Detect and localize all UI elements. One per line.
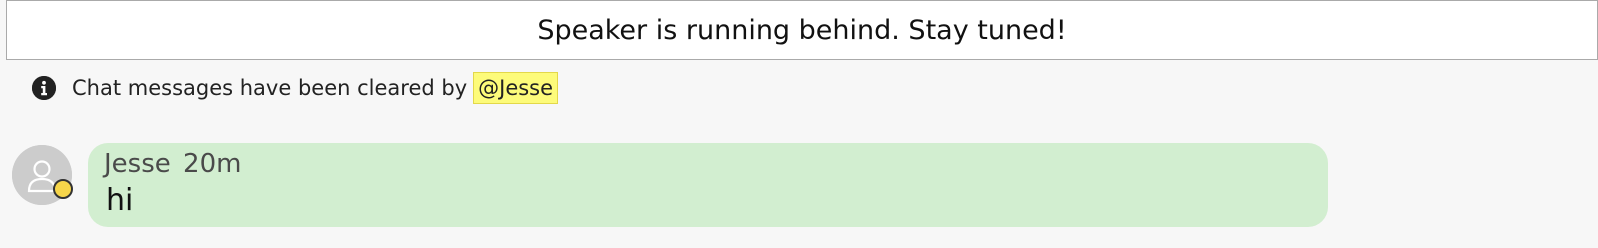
user-mention[interactable]: @Jesse: [473, 72, 559, 104]
message-author[interactable]: Jesse: [104, 149, 171, 179]
status-indicator: [53, 179, 73, 199]
message-meta: Jesse 20m: [104, 149, 1312, 179]
announcement-banner: Speaker is running behind. Stay tuned!: [6, 0, 1598, 60]
avatar[interactable]: [12, 145, 73, 205]
message-timestamp: 20m: [183, 149, 242, 179]
message-text: hi: [106, 183, 134, 218]
chat-message: Jesse 20m hi: [88, 143, 1328, 227]
announcement-text: Speaker is running behind. Stay tuned!: [537, 14, 1067, 46]
info-icon: [32, 76, 56, 100]
notice-text: Chat messages have been cleared by: [72, 76, 468, 100]
system-notice: Chat messages have been cleared by @Jess…: [32, 70, 559, 106]
